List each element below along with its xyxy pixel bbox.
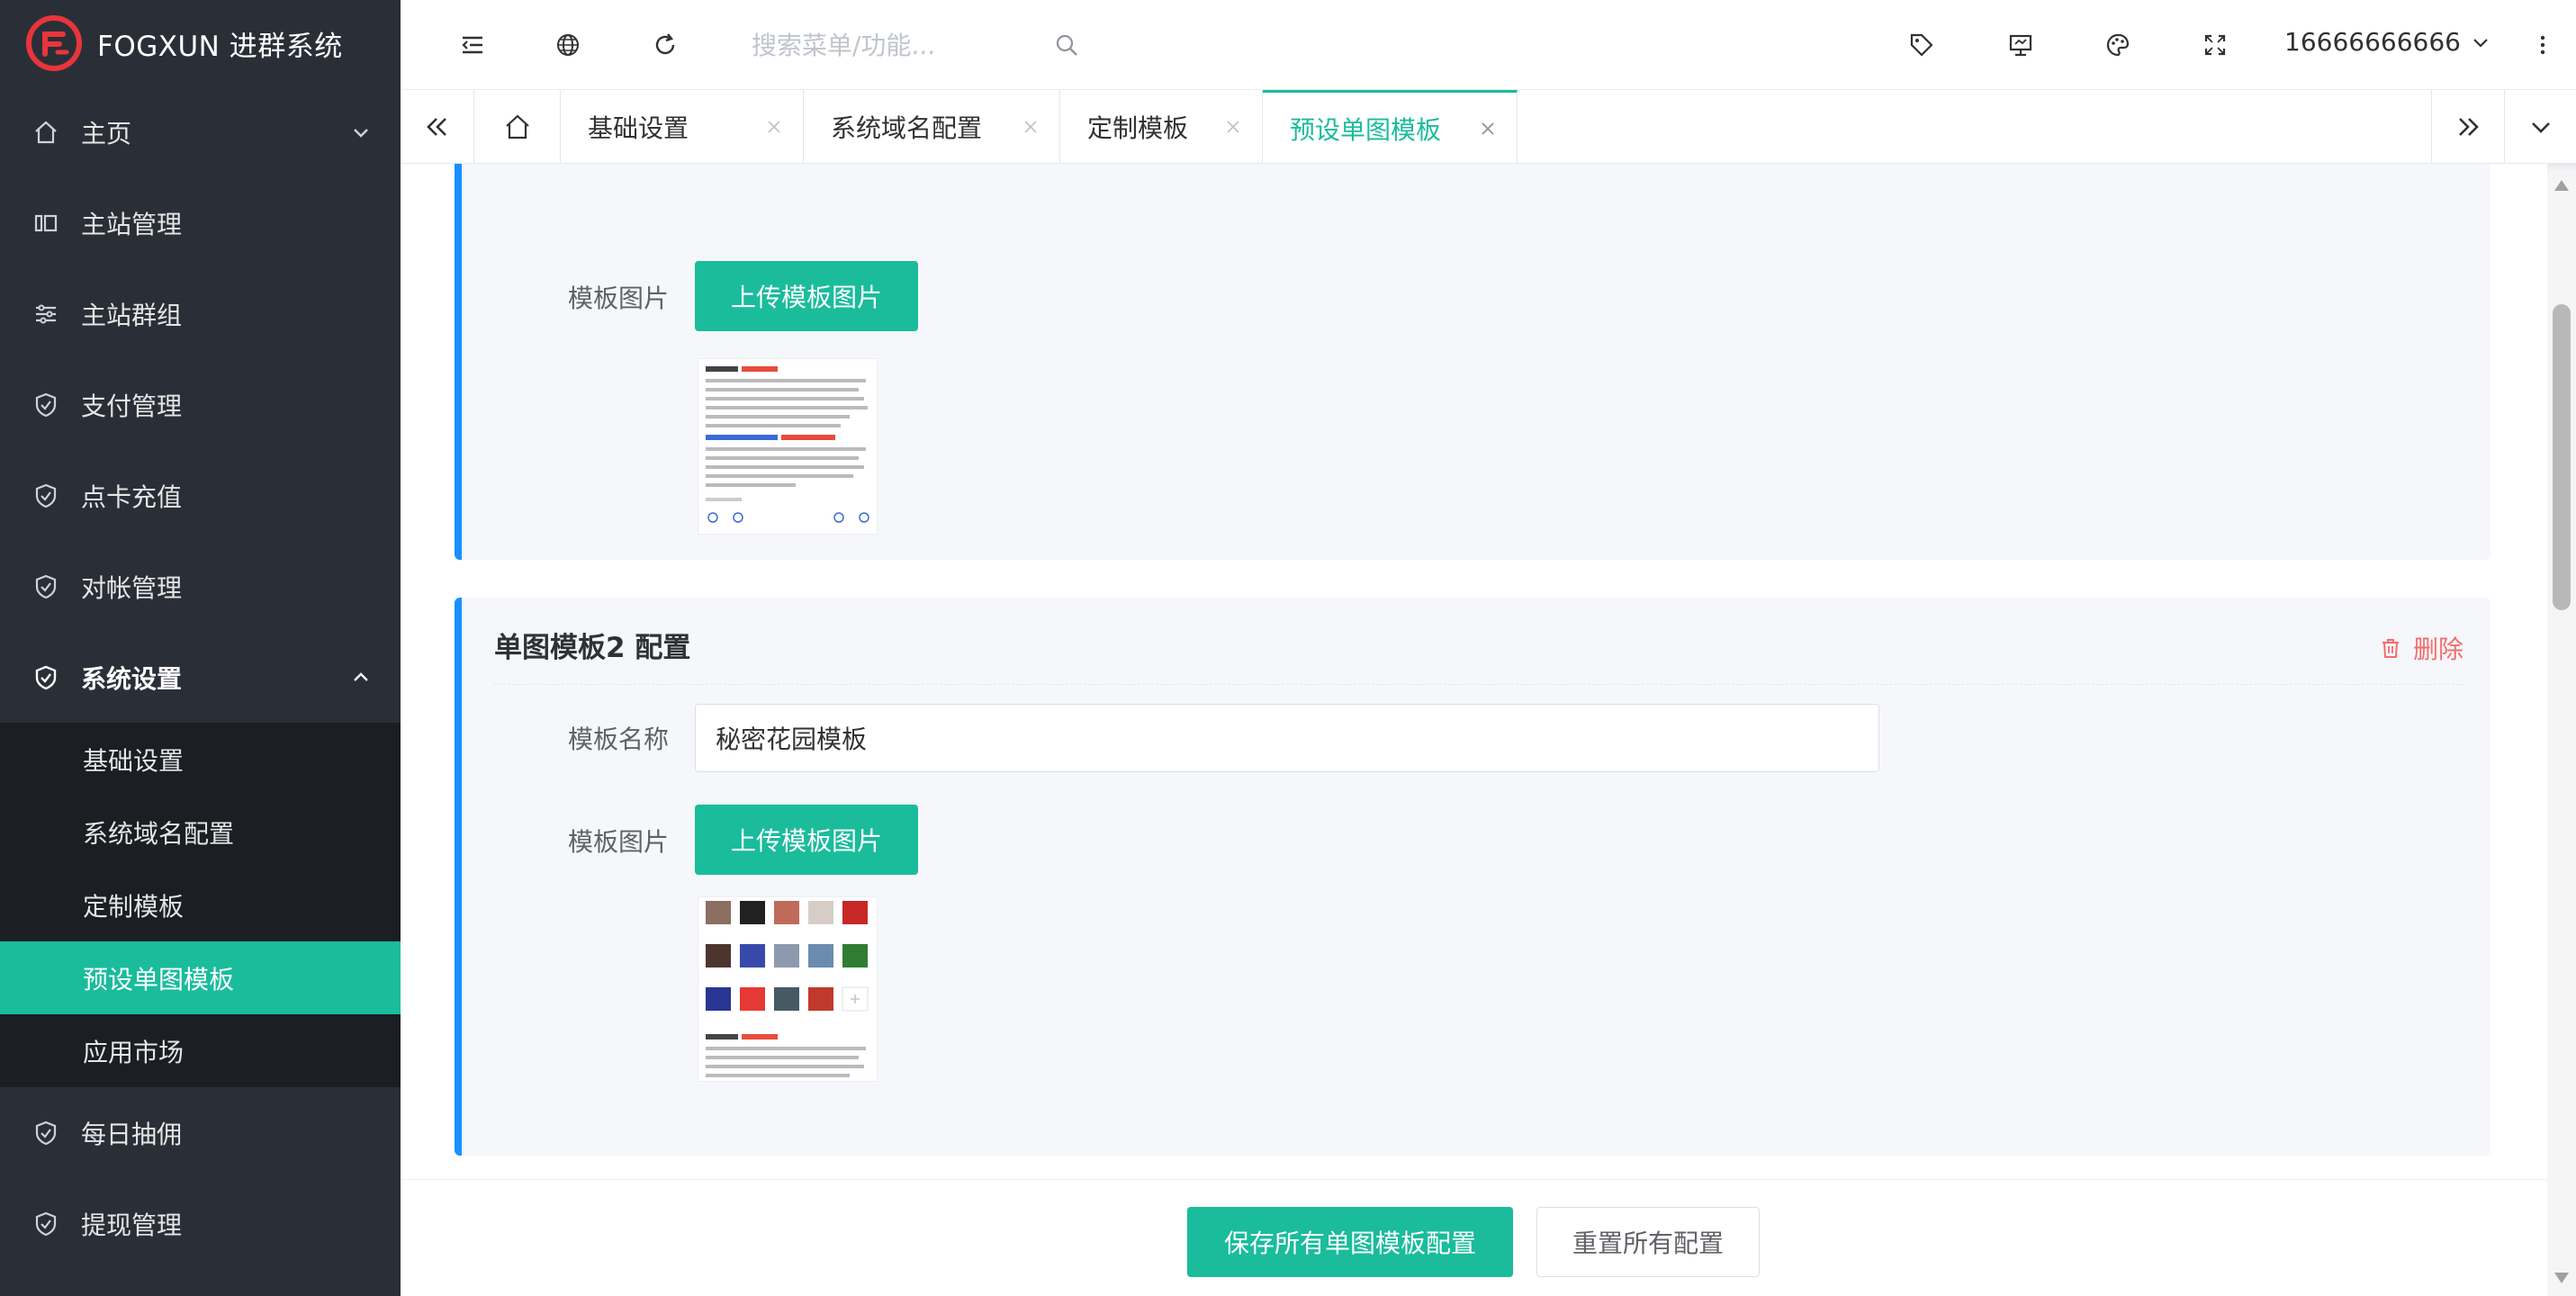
card-title: 单图模板2 配置 [494, 632, 691, 664]
home-icon [32, 119, 59, 146]
scroll-up-arrow-icon[interactable] [2554, 180, 2569, 191]
scroll-down-arrow-icon[interactable] [2554, 1273, 2569, 1283]
submenu-item-preset-single-image[interactable]: 预设单图模板 [0, 941, 401, 1014]
sidebar-item-main-site[interactable]: 主站管理 [0, 177, 401, 268]
template-image-label: 模板图片 [568, 827, 670, 857]
shield-check-icon [32, 1210, 59, 1238]
sidebar-item-payment[interactable]: 支付管理 [0, 359, 401, 450]
template-card-2: 单图模板2 配置 删除 模板名称 模板图片 上传模板图片 [455, 598, 2490, 1156]
double-chevron-left-icon [426, 118, 446, 136]
sidebar-item-label: 系统设置 [81, 663, 183, 694]
chevron-down-icon [2473, 38, 2488, 48]
tab-bar: 基础设置 系统域名配置 定制模板 预设单图模板 [401, 90, 2576, 164]
tab-domain-config[interactable]: 系统域名配置 [804, 90, 1060, 164]
sidebar-item-label: 对帐管理 [81, 572, 183, 603]
sliders-icon [32, 301, 59, 328]
fogxun-logo-icon [26, 15, 82, 71]
refresh-icon[interactable] [647, 27, 683, 63]
tab-label: 定制模板 [1087, 113, 1189, 143]
sidebar-item-system-settings[interactable]: 系统设置 [0, 632, 401, 723]
template-image-label: 模板图片 [568, 284, 670, 313]
chevron-down-icon [2531, 122, 2550, 133]
columns-icon [32, 210, 59, 237]
more-vertical-icon[interactable] [2525, 27, 2561, 63]
template-image-thumbnail[interactable] [698, 358, 878, 535]
delete-label: 删除 [2412, 634, 2463, 664]
top-header: 16666666666 [401, 0, 2576, 90]
search-input[interactable] [752, 23, 1049, 67]
shield-check-icon [32, 482, 59, 509]
sidebar-item-card-recharge[interactable]: 点卡充值 [0, 450, 401, 541]
tab-label: 基础设置 [588, 113, 689, 143]
card-divider [494, 684, 2463, 685]
sidebar: FOGXUN 进群系统 主页 主站管理 主站群组 支付管理 点卡充值 对帐管理 … [0, 0, 401, 1296]
tab-label: 系统域名配置 [831, 113, 983, 143]
system-settings-submenu: 基础设置 系统域名配置 定制模板 预设单图模板 应用市场 [0, 723, 401, 1087]
upload-template-image-button[interactable]: 上传模板图片 [695, 805, 918, 875]
sidebar-item-daily-commission[interactable]: 每日抽佣 [0, 1087, 401, 1178]
sidebar-item-home[interactable]: 主页 [0, 86, 401, 177]
tab-scroll-left-button[interactable] [401, 90, 474, 164]
home-icon [505, 114, 529, 140]
user-phone: 16666666666 [2284, 27, 2461, 57]
double-chevron-right-icon [2459, 118, 2479, 136]
shield-check-icon [32, 573, 59, 600]
menu-fold-icon[interactable] [455, 27, 491, 63]
sidebar-item-label: 支付管理 [81, 391, 183, 421]
save-all-button[interactable]: 保存所有单图模板配置 [1187, 1207, 1513, 1277]
sidebar-item-label: 主站群组 [81, 300, 183, 330]
sidebar-item-withdrawal[interactable]: 提现管理 [0, 1178, 401, 1269]
globe-icon[interactable] [550, 27, 586, 63]
sidebar-item-label: 提现管理 [81, 1210, 183, 1240]
shield-check-icon [32, 392, 59, 418]
user-menu[interactable]: 16666666666 [2284, 27, 2491, 57]
sidebar-item-label: 主站管理 [81, 209, 183, 239]
chevron-down-icon [354, 128, 368, 138]
sidebar-item-reconciliation[interactable]: 对帐管理 [0, 541, 401, 632]
submenu-item-custom-template[interactable]: 定制模板 [0, 868, 401, 941]
palette-icon[interactable] [2100, 27, 2136, 63]
brand[interactable]: FOGXUN 进群系统 [0, 0, 401, 86]
close-icon[interactable] [1022, 118, 1040, 136]
sidebar-item-label: 点卡充值 [81, 482, 183, 512]
reset-all-button[interactable]: 重置所有配置 [1536, 1207, 1760, 1277]
template-preview-image [698, 359, 877, 534]
vertical-scrollbar[interactable] [2547, 171, 2576, 1296]
tab-custom-template[interactable]: 定制模板 [1060, 90, 1263, 164]
upload-template-image-button[interactable]: 上传模板图片 [695, 261, 918, 331]
tab-basic-settings[interactable]: 基础设置 [561, 90, 804, 164]
fullscreen-icon[interactable] [2197, 27, 2233, 63]
search-icon[interactable] [1049, 27, 1085, 63]
chevron-up-icon [354, 671, 368, 681]
tag-icon[interactable] [1904, 27, 1940, 63]
shield-check-icon [32, 664, 59, 691]
avatar-grid-preview-image [698, 897, 877, 1081]
submenu-item-app-market[interactable]: 应用市场 [0, 1014, 401, 1087]
tab-label: 预设单图模板 [1290, 114, 1442, 145]
shield-check-icon [32, 1120, 59, 1147]
close-icon[interactable] [765, 118, 783, 136]
presentation-icon[interactable] [2003, 27, 2039, 63]
main-content[interactable]: 模板图片 上传模板图片 单图模板2 配置 删除 模板名称 秘密花园模板 模板图片… [401, 164, 2547, 1179]
submenu-item-domain-config[interactable]: 系统域名配置 [0, 796, 401, 868]
tab-dropdown-button[interactable] [2505, 90, 2576, 164]
footer-actions: 保存所有单图模板配置 重置所有配置 [401, 1179, 2547, 1296]
sidebar-item-label: 每日抽佣 [81, 1119, 183, 1149]
template-card-1: 模板图片 上传模板图片 [455, 164, 2490, 560]
trash-icon [2382, 639, 2399, 658]
sidebar-item-label: 主页 [81, 118, 132, 148]
submenu-item-basic-settings[interactable]: 基础设置 [0, 723, 401, 796]
template-name-label: 模板名称 [568, 724, 670, 754]
tab-home[interactable] [474, 90, 561, 164]
brand-title: FOGXUN 进群系统 [97, 30, 343, 63]
close-icon[interactable] [1224, 118, 1242, 136]
delete-button[interactable]: 删除 [2379, 630, 2463, 666]
sidebar-item-main-site-group[interactable]: 主站群组 [0, 268, 401, 359]
tab-scroll-right-button[interactable] [2431, 90, 2505, 164]
close-icon[interactable] [1479, 120, 1497, 138]
scroll-thumb[interactable] [2553, 304, 2571, 610]
tab-preset-single-image[interactable]: 预设单图模板 [1263, 90, 1518, 164]
template-name-input[interactable] [695, 704, 1879, 772]
template-image-thumbnail[interactable] [698, 896, 878, 1082]
